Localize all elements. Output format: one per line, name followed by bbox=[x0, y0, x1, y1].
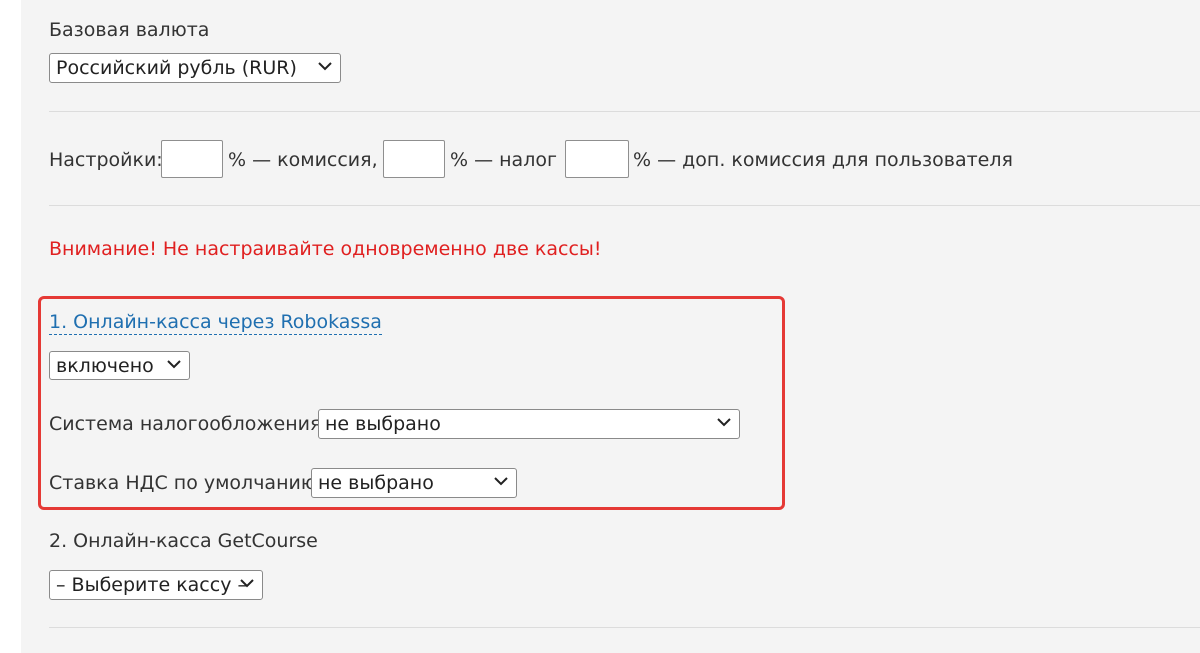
commission-input[interactable] bbox=[161, 140, 223, 178]
tax-input[interactable] bbox=[383, 140, 445, 178]
tax-suffix: % — налог bbox=[450, 149, 557, 171]
vat-label: Ставка НДС по умолчанию: bbox=[49, 472, 324, 494]
robokassa-toggle-link[interactable]: 1. Онлайн-касса через Robokassa bbox=[49, 310, 382, 335]
base-currency-select[interactable]: Российский рубль (RUR) bbox=[49, 53, 341, 83]
getcourse-title: 2. Онлайн-касса GetCourse bbox=[49, 530, 318, 552]
vat-select[interactable]: не выбрано bbox=[311, 468, 517, 498]
commission-suffix: % — комиссия, bbox=[228, 149, 378, 171]
robokassa-state-select[interactable]: включено bbox=[49, 351, 190, 380]
chevron-down-icon bbox=[167, 360, 181, 369]
robokassa-state-value: включено bbox=[56, 355, 154, 377]
divider bbox=[49, 205, 1200, 206]
extra-commission-suffix: % — доп. комиссия для пользователя bbox=[633, 149, 1013, 171]
settings-label: Настройки: bbox=[49, 149, 163, 171]
chevron-down-icon bbox=[318, 62, 332, 71]
tax-system-value: не выбрано bbox=[325, 413, 441, 435]
divider bbox=[49, 627, 1200, 628]
vat-value: не выбрано bbox=[318, 472, 434, 494]
tax-system-select[interactable]: не выбрано bbox=[318, 409, 740, 439]
getcourse-value: – Выберите кассу – bbox=[56, 574, 247, 596]
base-currency-label: Базовая валюта bbox=[49, 19, 210, 41]
base-currency-value: Российский рубль (RUR) bbox=[56, 57, 297, 79]
getcourse-select[interactable]: – Выберите кассу – bbox=[49, 570, 263, 600]
divider bbox=[49, 111, 1200, 112]
chevron-down-icon bbox=[717, 418, 731, 427]
chevron-down-icon bbox=[494, 477, 508, 486]
chevron-down-icon bbox=[240, 579, 254, 588]
warning-text: Внимание! Не настраивайте одновременно д… bbox=[49, 238, 602, 260]
tax-system-label: Система налогообложения: bbox=[49, 413, 328, 435]
extra-commission-input[interactable] bbox=[565, 140, 629, 178]
